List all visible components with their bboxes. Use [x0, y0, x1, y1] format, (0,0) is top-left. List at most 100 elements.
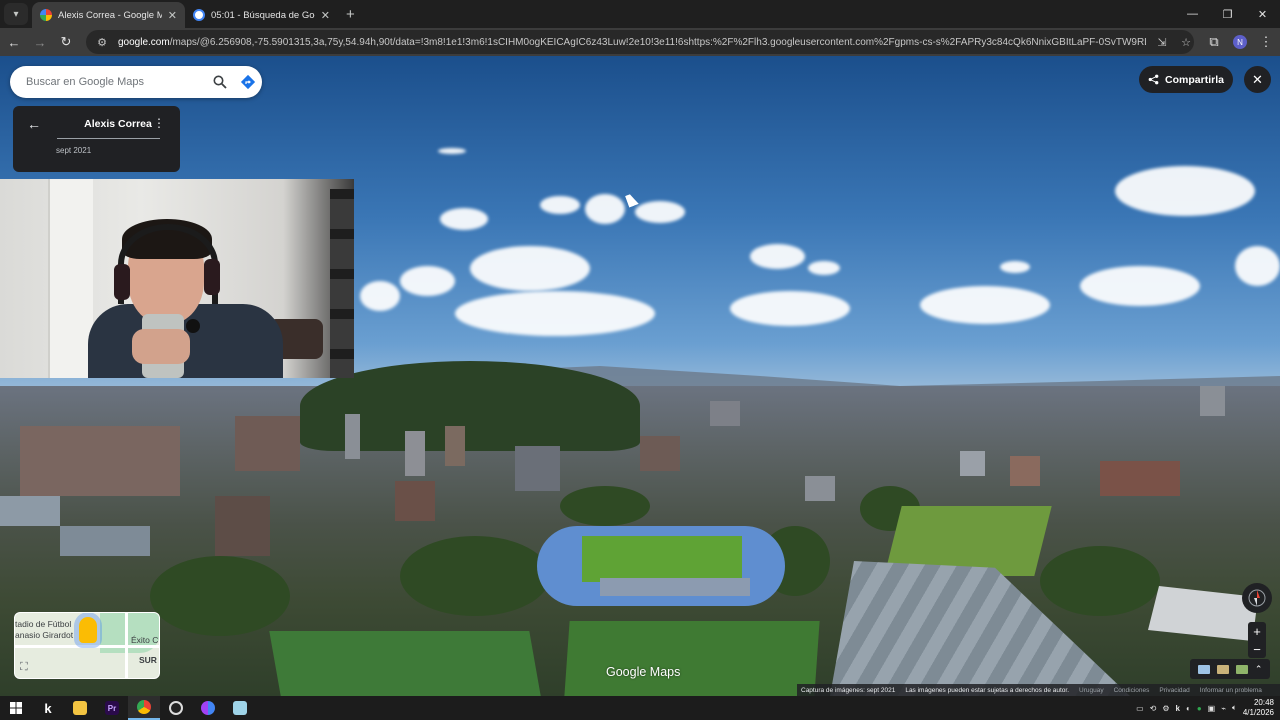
hand	[132, 329, 190, 364]
minimap-road	[15, 645, 159, 648]
tray-icon[interactable]: ⚙	[1162, 704, 1169, 713]
url-text[interactable]: google.com/maps/@6.256908,-75.5901315,3a…	[118, 37, 1146, 48]
tab-google-search[interactable]: 05:01 - Búsqueda de Google ✕	[185, 2, 338, 28]
footer-link[interactable]: Condiciones	[1114, 687, 1150, 694]
bookmark-star-icon[interactable]: ☆	[1178, 36, 1194, 49]
pegman-icon[interactable]	[79, 617, 97, 643]
share-label: Compartirla	[1165, 73, 1224, 86]
tray-icon[interactable]: ●	[1197, 704, 1202, 713]
minimap-label: anasio Girardot	[15, 630, 74, 640]
google-maps-favicon-icon	[40, 9, 52, 21]
profile-initial: N	[1233, 35, 1247, 49]
close-window-icon[interactable]: ✕	[1245, 0, 1280, 28]
search-icon[interactable]	[206, 75, 234, 89]
expand-minimap-icon[interactable]: ⛶	[20, 661, 28, 674]
cloud	[360, 281, 400, 311]
tab-search-button[interactable]: ▾	[4, 3, 28, 25]
footer-link[interactable]: Informar un problema	[1200, 687, 1262, 694]
photo-thumb-icon[interactable]	[1216, 664, 1229, 674]
close-tab-icon[interactable]: ✕	[168, 9, 177, 22]
chair	[330, 189, 354, 378]
extensions-icon[interactable]: ⧉	[1202, 30, 1226, 54]
maps-search-box[interactable]	[10, 66, 262, 98]
menu-icon[interactable]: ⋮	[1254, 30, 1278, 54]
taskbar: k Pr ▭ ⟲ ⚙ k ◐ ● ▣ ⌁ 🔈︎ 20:48 4/1/2026	[0, 696, 1280, 720]
close-street-view-icon[interactable]: ✕	[1244, 66, 1271, 93]
tray-icon[interactable]: ◐	[1186, 704, 1191, 713]
cloud	[1115, 166, 1255, 216]
cloud	[635, 201, 685, 223]
obs-icon[interactable]	[160, 696, 192, 720]
cloud	[540, 196, 580, 214]
zoom-controls: + −	[1248, 622, 1266, 658]
footer-link[interactable]: Privacidad	[1159, 687, 1189, 694]
back-icon[interactable]: ←	[2, 30, 26, 54]
minimap[interactable]: tadio de Fútbol anasio Girardot Éxito C …	[14, 612, 160, 679]
cloud	[455, 291, 655, 336]
cloud	[808, 261, 840, 275]
windows-start-icon[interactable]	[0, 696, 32, 720]
back-arrow-icon[interactable]: ←	[27, 116, 41, 132]
notes-app-icon[interactable]	[224, 696, 256, 720]
photo-thumb-icon[interactable]	[1235, 664, 1248, 674]
close-tab-icon[interactable]: ✕	[321, 9, 330, 22]
cloud	[1080, 266, 1200, 306]
building	[235, 416, 300, 471]
tray-icon[interactable]: k	[1176, 704, 1180, 713]
cloud	[438, 148, 466, 154]
tray-icon[interactable]: ▭	[1136, 704, 1144, 713]
reload-icon[interactable]: ↻	[54, 30, 78, 54]
footer-link[interactable]: Uruguay	[1079, 687, 1104, 694]
minimize-icon[interactable]: —	[1175, 0, 1210, 28]
building	[395, 481, 435, 521]
building	[640, 436, 680, 471]
rights-notice[interactable]: Las imágenes pueden estar sujetas a dere…	[905, 687, 1069, 694]
building	[445, 426, 465, 466]
more-options-icon[interactable]: ⋮	[153, 116, 165, 130]
zoom-in-icon[interactable]: +	[1253, 624, 1261, 639]
photo-strip-toggle[interactable]: ⌃	[1190, 659, 1270, 679]
new-tab-button[interactable]: +	[346, 6, 355, 23]
tray-icon[interactable]: ⟲	[1150, 704, 1157, 713]
building	[710, 401, 740, 426]
tree-cluster	[560, 486, 650, 526]
address-bar[interactable]: ⚙ google.com/maps/@6.256908,-75.5901315,…	[86, 30, 1194, 54]
file-explorer-icon[interactable]	[64, 696, 96, 720]
chevron-up-icon[interactable]: ⌃	[1255, 664, 1263, 675]
premiere-pro-icon[interactable]: Pr	[96, 696, 128, 720]
street-view-viewport[interactable]: ← Alexis Correa ⋮ sept 2021 Compartirla …	[0, 56, 1280, 696]
chrome-profile-icon[interactable]	[192, 696, 224, 720]
install-app-icon[interactable]: ⇲	[1154, 36, 1170, 49]
door-frame	[48, 179, 93, 378]
k-app-icon[interactable]: k	[32, 696, 64, 720]
photo-thumb-icon[interactable]	[1197, 664, 1210, 674]
cloud	[920, 286, 1050, 324]
tray-icon[interactable]: ▣	[1208, 704, 1216, 713]
cloud	[1000, 261, 1030, 273]
volume-icon[interactable]: 🔈︎	[1232, 703, 1237, 713]
k-app-label: k	[44, 700, 52, 716]
zoom-out-icon[interactable]: −	[1253, 642, 1261, 657]
chrome-icon[interactable]	[128, 696, 160, 720]
soccer-field-left	[269, 631, 541, 696]
compass-icon[interactable]	[1242, 583, 1272, 613]
building	[1010, 456, 1040, 486]
premiere-label: Pr	[105, 701, 119, 715]
clock[interactable]: 20:48 4/1/2026	[1243, 698, 1274, 718]
cloud	[400, 266, 455, 296]
cloud	[730, 291, 850, 326]
directions-icon[interactable]	[234, 74, 262, 90]
restore-icon[interactable]: ❐	[1210, 0, 1245, 28]
building	[960, 451, 985, 476]
attribution-footer: Captura de imágenes: sept 2021 Las imáge…	[797, 684, 1280, 696]
tray-icon[interactable]: ⌁	[1221, 704, 1226, 713]
tree-cluster	[150, 556, 290, 636]
tab-google-maps[interactable]: Alexis Correa - Google Maps ✕	[32, 2, 185, 28]
tree-cluster	[1040, 546, 1160, 616]
site-info-icon[interactable]: ⚙	[94, 36, 110, 49]
share-button[interactable]: Compartirla	[1139, 66, 1233, 93]
profile-avatar[interactable]: N	[1228, 30, 1252, 54]
forward-icon[interactable]: →	[28, 30, 52, 54]
search-input[interactable]	[26, 76, 206, 88]
divider	[57, 138, 160, 139]
